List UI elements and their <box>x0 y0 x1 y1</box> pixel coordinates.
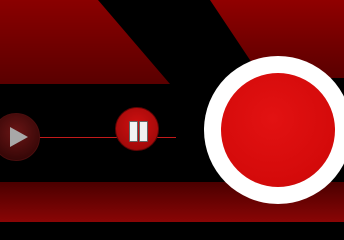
record-button[interactable] <box>204 56 344 204</box>
pause-button[interactable] <box>115 107 159 151</box>
pause-icon-bar <box>139 121 148 142</box>
play-icon <box>10 127 28 147</box>
record-icon <box>221 73 335 187</box>
pause-icon <box>129 121 138 142</box>
